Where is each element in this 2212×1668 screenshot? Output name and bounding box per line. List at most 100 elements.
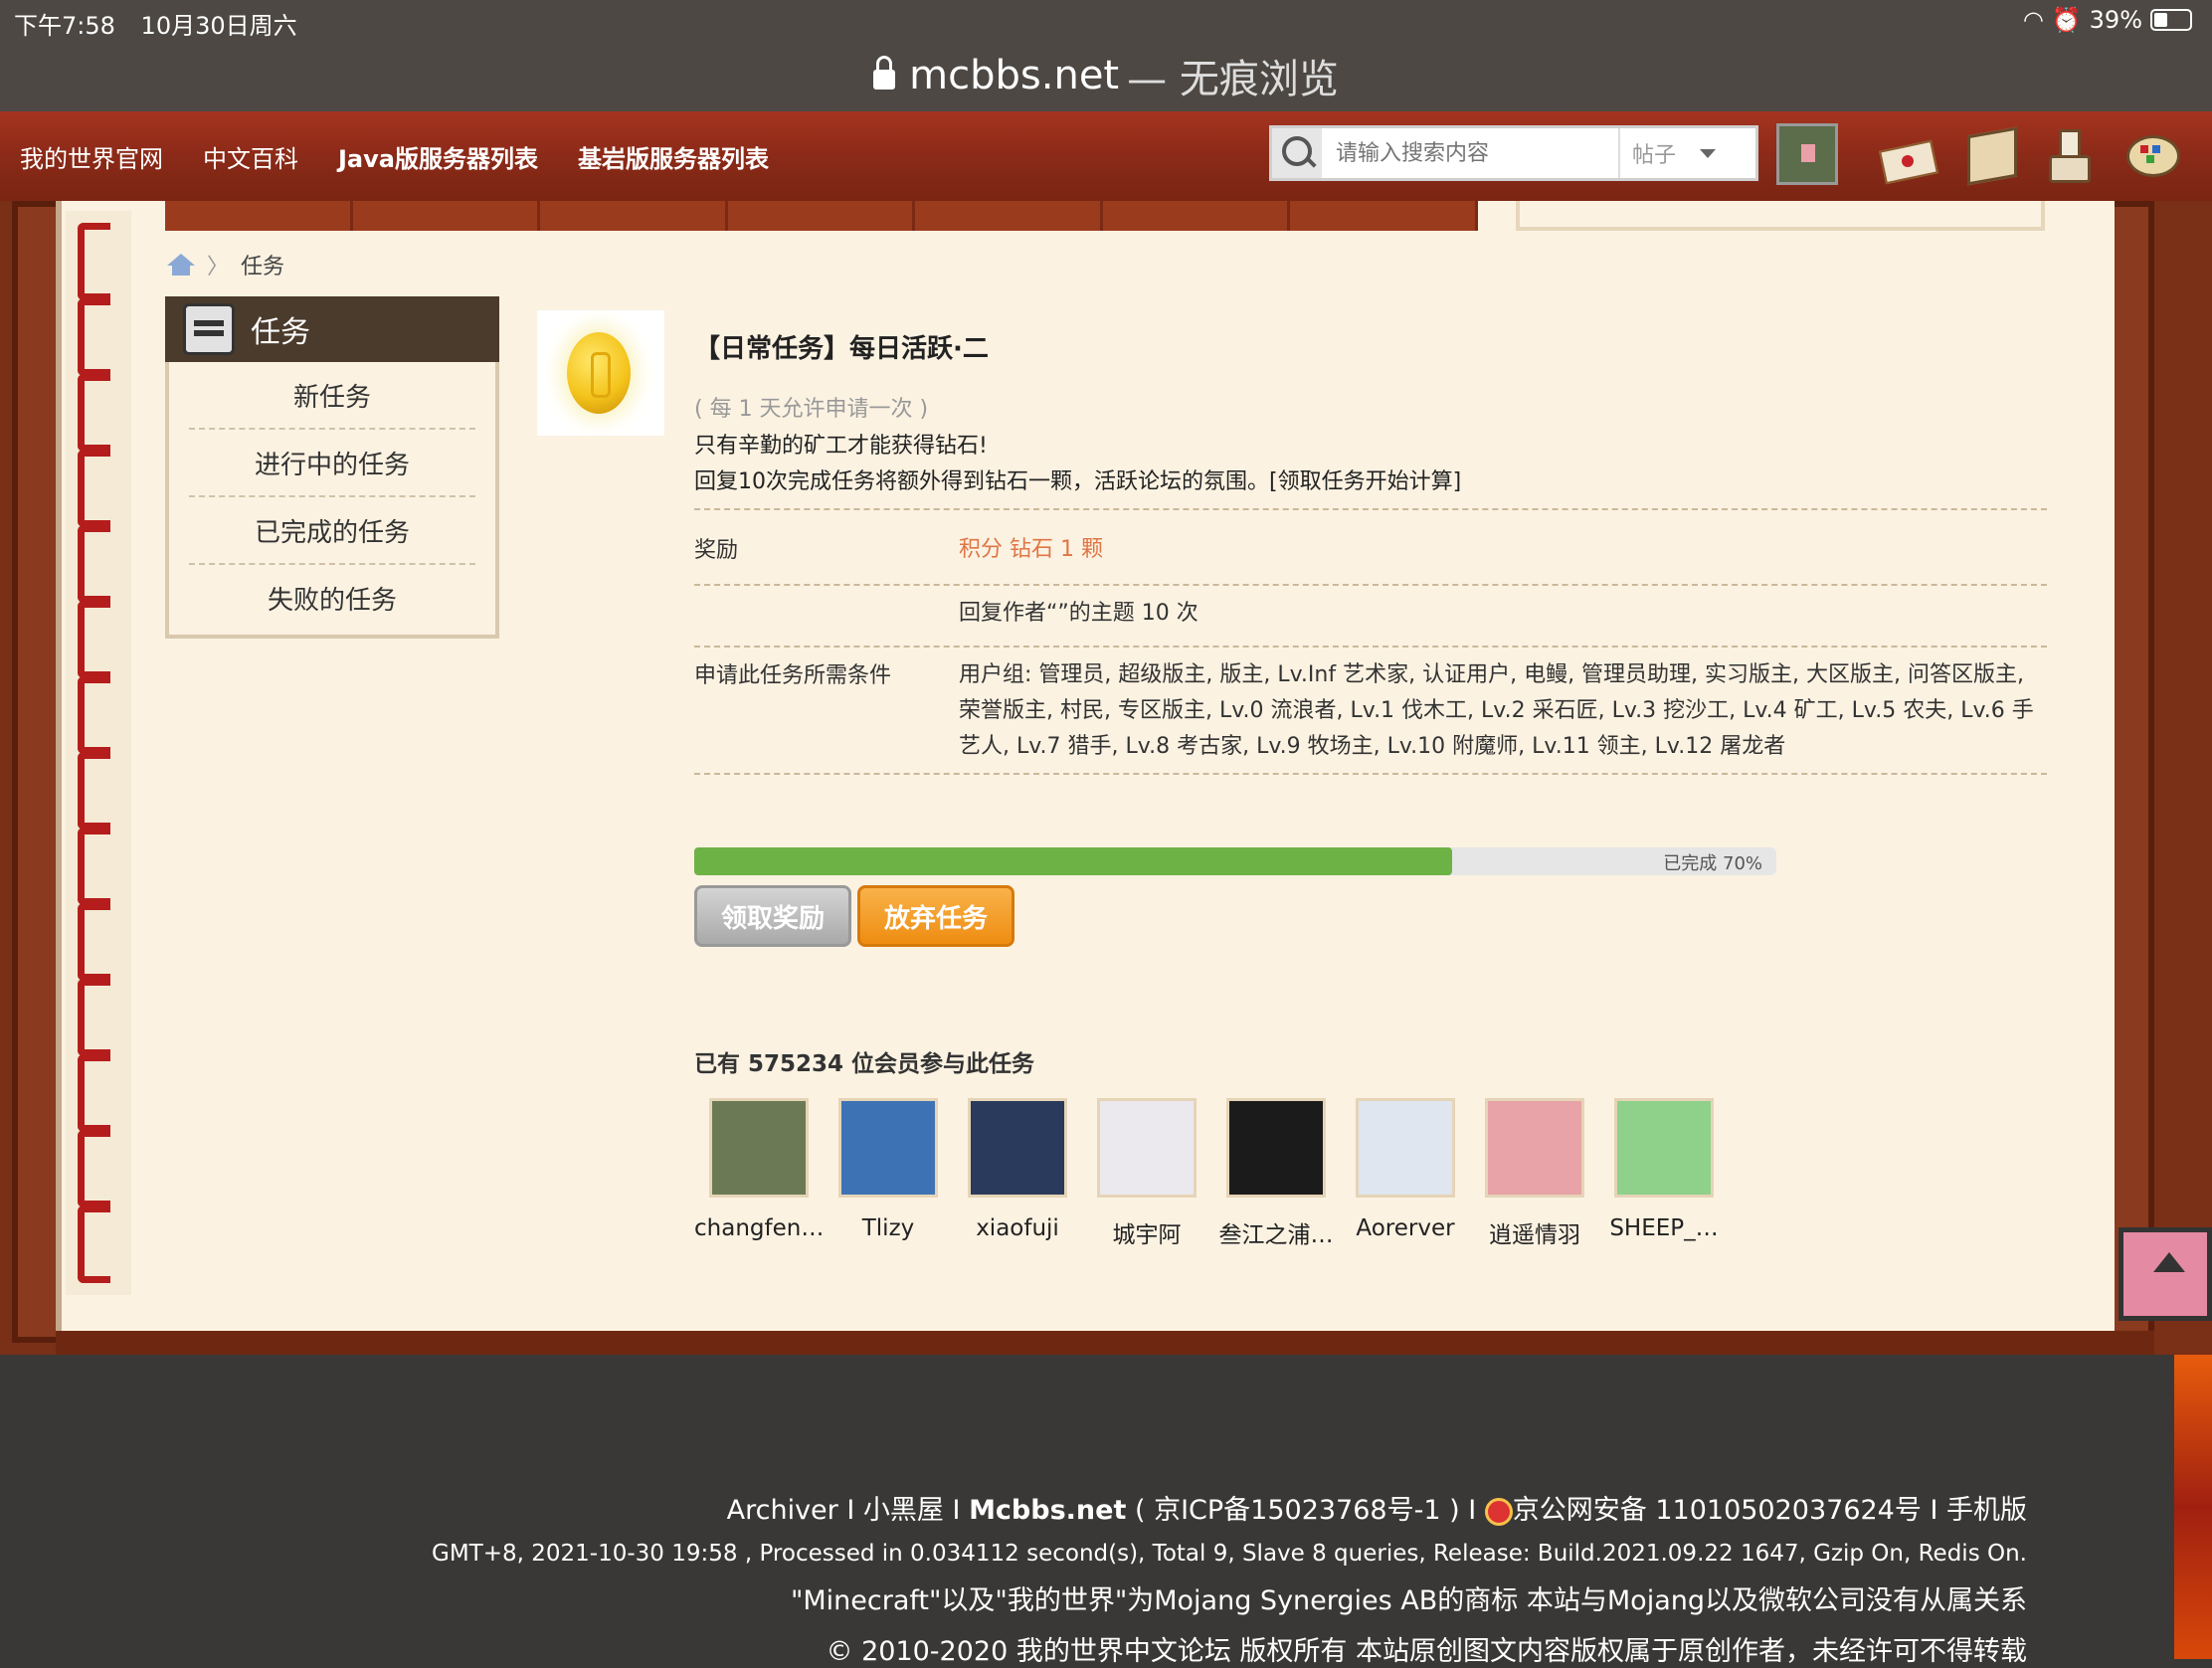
binding-ring: [78, 223, 110, 300]
member-avatar[interactable]: [1097, 1098, 1197, 1198]
member-item[interactable]: Aorerver: [1341, 1098, 1470, 1249]
member-item[interactable]: changfen…: [694, 1098, 824, 1249]
member-name[interactable]: Aorerver: [1341, 1215, 1470, 1241]
url-mode: — 无痕浏览: [1127, 57, 1339, 102]
sidebar-item-failed[interactable]: 失败的任务: [189, 565, 475, 631]
battery-percent: 39%: [2089, 6, 2142, 34]
right-tab-decoration: [1516, 201, 2045, 231]
breadcrumb-current[interactable]: 任务: [241, 249, 284, 280]
wifi-icon: ◠: [2022, 6, 2044, 34]
footer-mobile-link[interactable]: 手机版: [1946, 1495, 2027, 1526]
search-type-select[interactable]: 帖子: [1618, 128, 1728, 178]
task-frequency-note: ( 每 1 天允许申请一次 ): [694, 397, 929, 422]
status-bar: 下午7:58 10月30日周六 ◠ ⏰ 39%: [0, 0, 2212, 40]
task-description-line1: 只有辛勤的矿工才能获得钻石!: [694, 434, 988, 459]
search-icon[interactable]: [1272, 128, 1322, 178]
paper-bottom-edge: [56, 1331, 2154, 1355]
member-name[interactable]: changfen…: [694, 1215, 824, 1241]
binding-ring: [78, 903, 110, 981]
task-sidebar: 任务 新任务 进行中的任务 已完成的任务 失败的任务: [165, 296, 499, 639]
member-item[interactable]: SHEEP_…: [1599, 1098, 1729, 1249]
chevron-down-icon: [1700, 148, 1716, 158]
binding-ring: [78, 601, 110, 678]
status-time: 下午7:58: [14, 12, 115, 40]
nav-links: 我的世界官网 中文百科 Java版服务器列表 基岩版服务器列表: [20, 139, 769, 174]
footer-icp[interactable]: ( 京ICP备15023768号-1 ): [1135, 1495, 1460, 1526]
footer-archiver-link[interactable]: Archiver: [727, 1495, 838, 1526]
header-tabs-decoration: [165, 201, 1479, 231]
crate-icon[interactable]: [1959, 123, 2021, 185]
reward-row: 奖励 积分 钻石 1 颗: [694, 508, 2047, 584]
abandon-task-button[interactable]: 放弃任务: [857, 885, 1014, 947]
member-item[interactable]: xiaofuji: [953, 1098, 1082, 1249]
gold-coin-icon: [567, 332, 631, 414]
sidebar-items: 新任务 进行中的任务 已完成的任务 失败的任务: [189, 362, 475, 631]
task-description: 只有辛勤的矿工才能获得钻石! 回复10次完成任务将额外得到钻石一颗，活跃论坛的氛…: [694, 429, 2047, 500]
potion-icon[interactable]: [2041, 123, 2103, 185]
member-name[interactable]: 城宇阿: [1082, 1215, 1211, 1249]
sidebar-item-new[interactable]: 新任务: [189, 362, 475, 430]
police-badge-icon: [1484, 1497, 1513, 1526]
member-item[interactable]: 逍遥情羽: [1470, 1098, 1599, 1249]
footer-police[interactable]: 京公网安备 11010502037624号: [1513, 1495, 1922, 1526]
search-box: 帖子: [1269, 125, 1758, 181]
member-name[interactable]: xiaofuji: [953, 1215, 1082, 1241]
status-right: ◠ ⏰ 39%: [2023, 6, 2192, 34]
claim-reward-button[interactable]: 领取奖励: [694, 885, 851, 947]
breadcrumb-separator: 〉: [207, 255, 230, 279]
footer-site-link[interactable]: Mcbbs.net: [969, 1495, 1126, 1526]
breadcrumb: 〉 任务: [167, 249, 284, 280]
battery-icon: [2150, 9, 2192, 31]
footer-room-link[interactable]: 小黑屋: [863, 1495, 944, 1526]
member-name[interactable]: 叁江之浦…: [1211, 1215, 1341, 1249]
member-avatar[interactable]: [968, 1098, 1067, 1198]
search-input[interactable]: [1322, 130, 1618, 176]
member-avatar[interactable]: [1226, 1098, 1326, 1198]
member-item[interactable]: Tlizy: [824, 1098, 953, 1249]
site-navbar: 我的世界官网 中文百科 Java版服务器列表 基岩版服务器列表 帖子: [0, 111, 2212, 209]
conditions-value: 用户组: 管理员, 超级版主, 版主, Lv.Inf 艺术家, 认证用户, 电鳗…: [959, 662, 2034, 759]
member-name[interactable]: 逍遥情羽: [1470, 1215, 1599, 1249]
binding-ring: [78, 1054, 110, 1132]
battery-fill: [2154, 13, 2168, 27]
member-avatar[interactable]: [709, 1098, 809, 1198]
nav-link-bedrock-servers[interactable]: 基岩版服务器列表: [578, 139, 769, 174]
alarm-icon: ⏰: [2051, 6, 2082, 34]
footer-trademark: "Minecraft"以及"我的世界"为Mojang Synergies AB的…: [790, 1585, 2027, 1616]
member-avatar[interactable]: [1614, 1098, 1714, 1198]
home-icon[interactable]: [167, 254, 195, 276]
palette-icon[interactable]: [2120, 123, 2182, 185]
nav-link-official[interactable]: 我的世界官网: [20, 139, 163, 174]
task-description-line2: 回复10次完成任务将额外得到钻石一颗，活跃论坛的氛围。[领取任务开始计算]: [694, 469, 1462, 494]
requirement-label: [694, 596, 959, 632]
user-avatar[interactable]: [1776, 123, 1838, 185]
member-avatar[interactable]: [1356, 1098, 1455, 1198]
mail-icon[interactable]: [1876, 123, 1937, 185]
member-avatar[interactable]: [838, 1098, 938, 1198]
status-left: 下午7:58 10月30日周六: [14, 6, 315, 41]
sidebar-item-in-progress[interactable]: 进行中的任务: [189, 430, 475, 497]
lock-icon: [873, 56, 896, 90]
nav-link-wiki[interactable]: 中文百科: [203, 139, 298, 174]
reward-label: 奖励: [694, 538, 739, 563]
sidebar-item-completed[interactable]: 已完成的任务: [189, 497, 475, 565]
conditions-row: 申请此任务所需条件 用户组: 管理员, 超级版主, 版主, Lv.Inf 艺术家…: [694, 646, 2047, 775]
member-name[interactable]: SHEEP_…: [1599, 1215, 1729, 1241]
member-name[interactable]: Tlizy: [824, 1215, 953, 1241]
member-item[interactable]: 叁江之浦…: [1211, 1098, 1341, 1249]
footer-links: Archiver I 小黑屋 I Mcbbs.net ( 京ICP备150237…: [726, 1495, 2027, 1526]
binding-ring: [78, 828, 110, 905]
task-progress-bar: 已完成 70%: [694, 847, 1776, 875]
address-bar[interactable]: mcbbs.net — 无痕浏览: [0, 40, 2212, 111]
binding-ring: [78, 979, 110, 1056]
notebook-binding: [66, 211, 131, 1295]
url-domain: mcbbs.net: [909, 53, 1120, 98]
binding-ring: [78, 1130, 110, 1207]
back-to-top-button[interactable]: [2119, 1227, 2212, 1321]
member-avatar[interactable]: [1485, 1098, 1584, 1198]
footer-stats: GMT+8, 2021-10-30 19:58 , Processed in 0…: [432, 1541, 2027, 1567]
status-date: 10月30日周六: [140, 12, 297, 40]
binding-ring: [78, 374, 110, 452]
member-item[interactable]: 城宇阿: [1082, 1098, 1211, 1249]
nav-link-java-servers[interactable]: Java版服务器列表: [338, 139, 538, 174]
